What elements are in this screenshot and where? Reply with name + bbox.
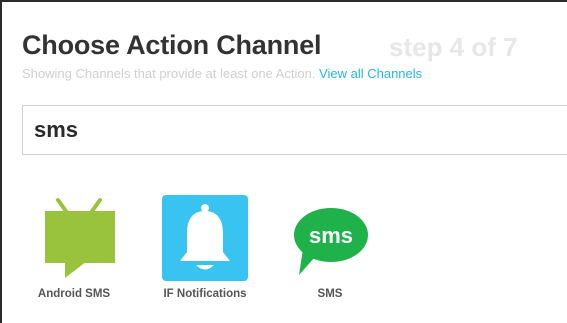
header: Choose Action Channel step 4 of 7 [22, 30, 567, 62]
channel-label: IF Notifications [163, 288, 247, 300]
subtitle-text: Showing Channels that provide at least o… [22, 66, 316, 81]
sms-bubble-icon: sms [287, 195, 373, 281]
channel-label: SMS [317, 288, 343, 300]
channel-if-notifications[interactable]: IF Notifications [150, 195, 260, 300]
android-sms-icon [31, 195, 117, 281]
search-input[interactable]: sms [22, 105, 567, 155]
step-indicator: step 4 of 7 [389, 32, 518, 62]
sms-icon-text: sms [309, 223, 353, 248]
channel-sms[interactable]: sms SMS [282, 195, 378, 300]
search-input-value: sms [34, 117, 79, 142]
subtitle: Showing Channels that provide at least o… [22, 66, 422, 81]
channel-android-sms[interactable]: Android SMS [22, 195, 126, 300]
view-all-channels-link[interactable]: View all Channels [319, 66, 422, 81]
bell-icon [162, 195, 248, 281]
channel-label: Android SMS [37, 288, 111, 300]
